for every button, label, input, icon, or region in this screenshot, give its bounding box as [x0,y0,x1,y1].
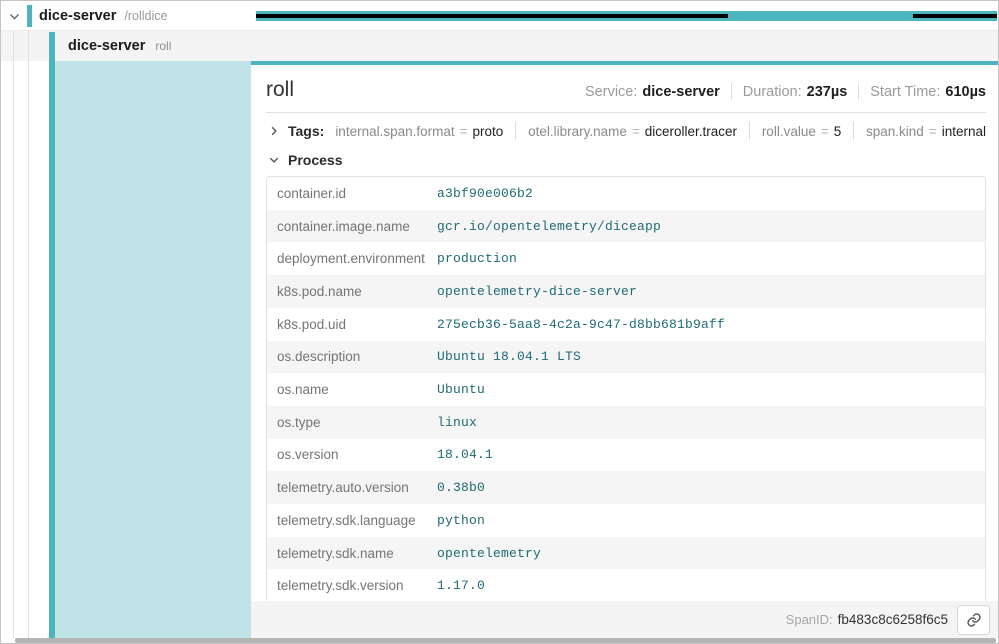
span-bar-rolldice[interactable] [256,11,997,21]
table-row: telemetry.sdk.version1.17.0 [267,569,985,602]
tag-key: internal.span.format [335,124,454,139]
divider [515,122,516,140]
span-title: roll [266,78,294,101]
row-value: Ubuntu 18.04.1 LTS [437,349,581,364]
tag-key: span.kind [866,124,924,139]
span-name-cell[interactable]: dice-server roll [61,31,171,61]
chevron-right-icon [268,125,280,137]
table-row: deployment.environmentproduction [267,242,985,275]
divider [731,83,732,100]
tags-title: Tags: [288,123,324,139]
tree-indent-guide [28,31,29,638]
row-key: telemetry.sdk.language [267,513,437,528]
row-value: opentelemetry-dice-server [437,284,637,299]
tree-indent-guide [13,31,14,638]
tag-equals: = [460,124,468,139]
start-time-label: Start Time: [870,84,940,100]
service-value: dice-server [642,84,719,100]
detail-footer: SpanID: fb483c8c6258f6c5 [251,601,999,638]
row-key: container.image.name [267,219,437,234]
table-row: telemetry.sdk.languagepython [267,504,985,537]
row-key: telemetry.auto.version [267,480,437,495]
span-detail-panel: roll Service: dice-server Duration: 237µ… [251,61,999,638]
row-value: a3bf90e006b2 [437,186,533,201]
row-key: deployment.environment [267,251,437,266]
service-name: dice-server [39,8,116,24]
row-value: python [437,513,485,528]
service-color-swatch [27,5,32,27]
span-name-cell[interactable]: dice-server /rolldice [1,1,251,31]
start-time-value: 610µs [945,84,986,100]
tag-equals: = [821,124,829,139]
row-key: os.type [267,415,437,430]
operation-name: /rolldice [124,9,167,23]
table-row: telemetry.sdk.nameopentelemetry [267,537,985,570]
row-value: 275ecb36-5aa8-4c2a-9c47-d8bb681b9aff [437,317,725,332]
tag-equals: = [632,124,640,139]
table-row: k8s.pod.uid275ecb36-5aa8-4c2a-9c47-d8bb6… [267,308,985,341]
span-row-roll[interactable]: dice-server roll 237µs [1,31,998,61]
table-row: os.typelinux [267,406,985,439]
process-section-toggle[interactable]: Process [266,147,986,176]
tags-section-toggle[interactable]: Tags: internal.span.format = proto otel.… [266,113,986,147]
divider [749,122,750,140]
row-key: os.description [267,349,437,364]
table-row: os.version18.04.1 [267,439,985,472]
table-row: telemetry.auto.version0.38b0 [267,471,985,504]
row-key: telemetry.sdk.version [267,578,437,593]
collapse-chevron-icon[interactable] [8,10,21,23]
row-value: linux [437,415,477,430]
tag-value: internal [942,124,986,139]
process-title: Process [288,152,342,168]
table-row: os.nameUbuntu [267,373,985,406]
row-key: os.version [267,447,437,462]
row-value: Ubuntu [437,382,485,397]
spanid-label: SpanID: [786,612,833,627]
tag-value: proto [473,124,504,139]
operation-name: roll [155,39,171,53]
tag-value: diceroller.tracer [645,124,737,139]
duration-value: 237µs [807,84,848,100]
table-row: k8s.pod.nameopentelemetry-dice-server [267,275,985,308]
row-key: telemetry.sdk.name [267,546,437,561]
detail-header: roll Service: dice-server Duration: 237µ… [266,65,986,101]
row-key: os.name [267,382,437,397]
process-key-value-table: container.ida3bf90e006b2 container.image… [266,176,986,603]
row-value: 1.17.0 [437,578,485,593]
table-row: os.descriptionUbuntu 18.04.1 LTS [267,341,985,374]
row-key: container.id [267,186,437,201]
tag-key: roll.value [762,124,816,139]
selected-span-indent-highlight [55,61,251,638]
service-name: dice-server [68,38,145,54]
tag-key: otel.library.name [528,124,627,139]
row-value: gcr.io/opentelemetry/diceapp [437,219,661,234]
row-value: production [437,251,517,266]
trace-view: dice-server /rolldice dice-server roll 2… [0,0,999,644]
row-key: k8s.pod.name [267,284,437,299]
span-overview: Service: dice-server Duration: 237µs Sta… [585,83,986,101]
duration-label: Duration: [743,84,802,100]
span-bar-overlay [256,14,728,18]
link-icon [966,612,982,628]
chevron-down-icon [268,154,280,166]
row-value: 18.04.1 [437,447,493,462]
horizontal-scrollbar[interactable] [15,638,996,643]
tag-equals: = [929,124,937,139]
divider [853,122,854,140]
copy-span-link-button[interactable] [957,605,990,635]
row-key: k8s.pod.uid [267,317,437,332]
service-label: Service: [585,84,637,100]
table-row: container.image.namegcr.io/opentelemetry… [267,210,985,243]
span-row-rolldice[interactable]: dice-server /rolldice [1,1,998,31]
span-bar-overlay [913,14,997,18]
divider [858,83,859,100]
row-value: 0.38b0 [437,480,485,495]
row-value: opentelemetry [437,546,541,561]
table-row: container.ida3bf90e006b2 [267,177,985,210]
tag-value: 5 [834,124,842,139]
spanid-value: fb483c8c6258f6c5 [838,612,948,627]
